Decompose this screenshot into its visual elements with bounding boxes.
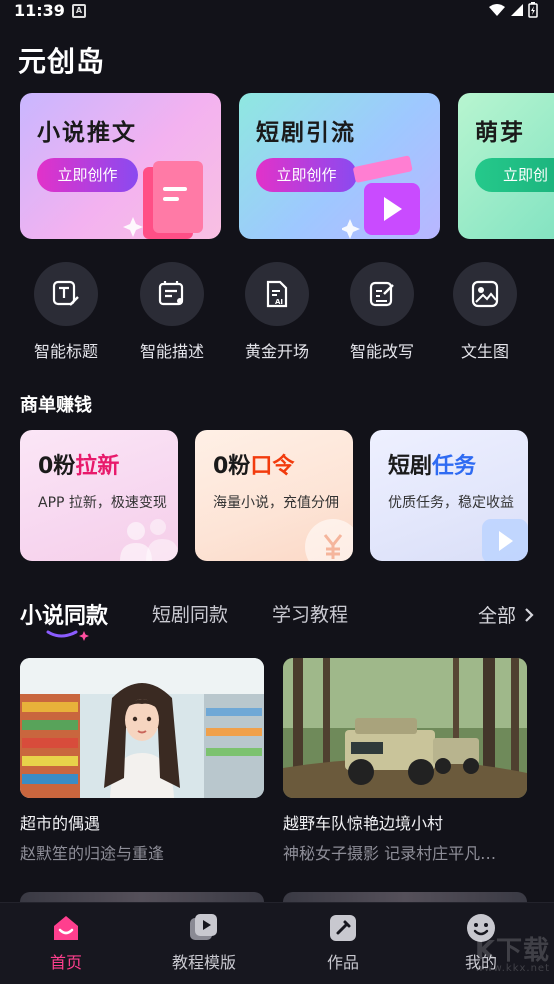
- svg-text:AI: AI: [275, 298, 283, 306]
- card-thumbnail: [283, 658, 527, 798]
- earn-card-prefix: 短剧: [388, 454, 433, 479]
- quick-actions: 智能标题 智能描述 AI 黄金开场 智能改写 文生图: [0, 262, 554, 362]
- status-bar: 11:39 A: [0, 0, 554, 22]
- earn-card-desc: 优质任务，稳定收益: [388, 495, 514, 511]
- signal-icon: [511, 4, 523, 16]
- tab-drama-same[interactable]: 短剧同款: [152, 600, 228, 627]
- nav-home[interactable]: 首页: [21, 911, 111, 973]
- earn-card-new-users[interactable]: 0粉拉新 APP 拉新，极速变现: [20, 430, 178, 561]
- quick-action-label: 智能描述: [139, 342, 204, 361]
- book-icon: [123, 161, 203, 239]
- battery-icon: [528, 2, 538, 18]
- banner-title: 萌芽: [475, 120, 525, 146]
- title-edit-icon: [34, 262, 98, 326]
- nav-label: 教程模版: [171, 953, 236, 972]
- active-tab-indicator: [46, 630, 89, 641]
- a-notification-icon: A: [72, 4, 86, 18]
- earn-card-code[interactable]: 0粉口令 海量小说，充值分佣: [195, 430, 353, 561]
- quick-action-smart-title[interactable]: 智能标题: [21, 262, 111, 362]
- tab-novel-same[interactable]: 小说同款: [20, 598, 108, 630]
- banner-novel-promo[interactable]: 小说推文 立即创作: [20, 93, 221, 239]
- quick-action-label: 智能改写: [349, 342, 414, 361]
- home-icon: [49, 911, 83, 945]
- description-icon: [140, 262, 204, 326]
- users-icon: [120, 519, 178, 561]
- nav-tutorial-templates[interactable]: 教程模版: [159, 911, 249, 973]
- quick-action-label: 智能标题: [33, 342, 98, 361]
- earn-card-highlight: 拉新: [75, 454, 120, 479]
- watermark: K下载 www.kkx.net: [475, 930, 550, 974]
- section-title-earn: 商单赚钱: [20, 395, 92, 416]
- card-subtitle: 赵默笙的归途与重逢: [20, 844, 165, 863]
- banner-title: 短剧引流: [256, 120, 356, 146]
- banner-short-drama[interactable]: 短剧引流 立即创作: [239, 93, 440, 239]
- yuan-coin-icon: [305, 519, 353, 561]
- video-play-icon: [482, 519, 528, 561]
- watermark-url: www.kkx.net: [475, 963, 550, 974]
- nav-label: 首页: [49, 953, 82, 972]
- quick-action-smart-desc[interactable]: 智能描述: [127, 262, 217, 362]
- earn-card-title: 短剧任务: [388, 448, 476, 480]
- bottom-nav: 首页 教程模版 作品 我的: [0, 902, 554, 984]
- works-icon: [326, 911, 360, 945]
- tab-tutorial[interactable]: 学习教程: [272, 600, 348, 627]
- quick-action-label: 黄金开场: [244, 342, 309, 361]
- content-card[interactable]: 越野车队惊艳边境小村 神秘女子摄影 记录村庄平凡…: [283, 658, 527, 864]
- rewrite-icon: [350, 262, 414, 326]
- quick-action-golden-opening[interactable]: AI 黄金开场: [232, 262, 322, 362]
- earn-card-prefix: 0粉: [38, 454, 76, 479]
- ai-doc-icon: AI: [245, 262, 309, 326]
- earn-card-title: 0粉口令: [213, 448, 294, 480]
- earn-card-highlight: 口令: [250, 454, 295, 479]
- wifi-icon: [489, 4, 505, 16]
- banner-sprout[interactable]: 萌芽 立即创: [458, 93, 554, 239]
- nav-label: 作品: [326, 953, 359, 972]
- view-all-label: 全部: [477, 605, 516, 627]
- chevron-right-icon: [525, 607, 534, 622]
- system-icons: [488, 2, 538, 18]
- app-title: 元创岛: [18, 45, 106, 78]
- earn-card-title: 0粉拉新: [38, 448, 119, 480]
- earn-card-drama-task[interactable]: 短剧任务 优质任务，稳定收益: [370, 430, 528, 561]
- card-title: 越野车队惊艳边境小村: [283, 814, 444, 833]
- status-time: 11:39: [14, 1, 65, 20]
- create-now-button[interactable]: 立即创: [475, 158, 554, 192]
- content-card[interactable]: 超市的偶遇 赵默笙的归途与重逢: [20, 658, 264, 864]
- view-all-button[interactable]: 全部: [478, 601, 534, 628]
- earn-card-highlight: 任务: [432, 454, 477, 479]
- card-title: 超市的偶遇: [20, 814, 101, 833]
- content-tabs: 小说同款 短剧同款 学习教程 全部: [20, 598, 534, 641]
- card-thumbnail: [20, 658, 264, 798]
- play-stack-icon: [187, 911, 221, 945]
- quick-action-text-to-image[interactable]: 文生图: [440, 262, 530, 362]
- quick-action-smart-rewrite[interactable]: 智能改写: [337, 262, 427, 362]
- watermark-text: K下载: [474, 936, 550, 966]
- nav-works[interactable]: 作品: [298, 911, 388, 973]
- quick-action-label: 文生图: [460, 342, 509, 361]
- earn-card-prefix: 0粉: [213, 454, 251, 479]
- clapperboard-icon: [342, 155, 420, 239]
- image-icon: [453, 262, 517, 326]
- banner-title: 小说推文: [37, 120, 137, 146]
- card-subtitle: 神秘女子摄影 记录村庄平凡…: [283, 844, 497, 863]
- banner-carousel[interactable]: 小说推文 立即创作 短剧引流 立即创作 萌芽 立即创: [20, 93, 554, 239]
